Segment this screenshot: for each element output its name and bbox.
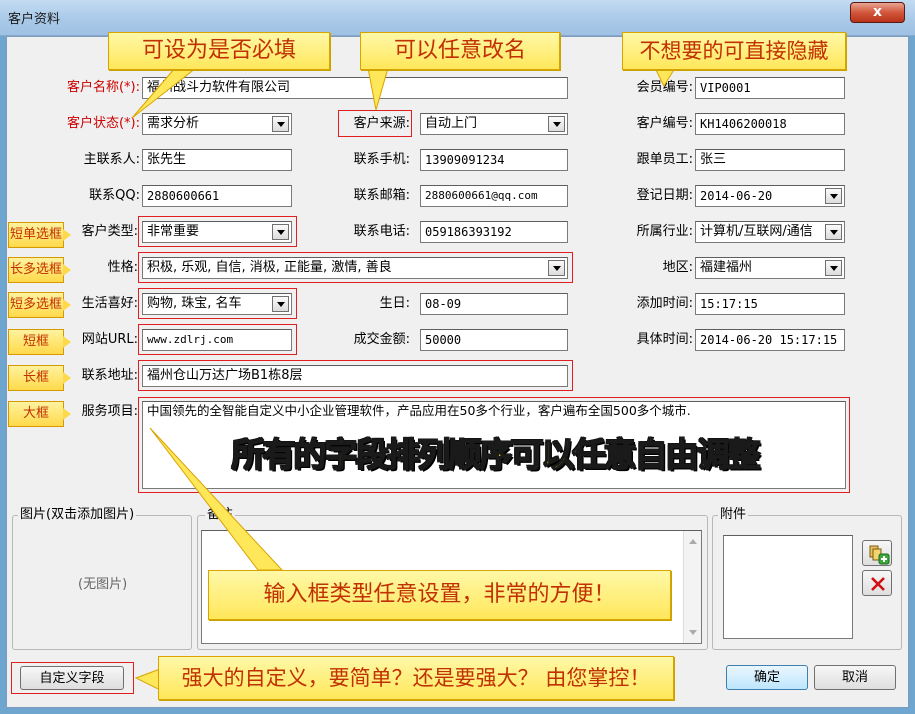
callout-required: 可设为是否必填 bbox=[108, 32, 330, 70]
callout-input-types: 输入框类型任意设置，非常的方便！ bbox=[208, 570, 671, 620]
callout-top3-pointer bbox=[654, 67, 676, 88]
callout-top1-pointer bbox=[131, 67, 198, 119]
callout-bottom-pointer bbox=[134, 668, 161, 691]
callout-rename: 可以任意改名 bbox=[360, 32, 560, 70]
callout-top2-pointer bbox=[367, 67, 389, 111]
callout-middle-pointer bbox=[149, 427, 284, 571]
callout-custom-power: 强大的自定义，要简单？还是要强大？ 由您掌控！ bbox=[158, 656, 674, 700]
callout-hide: 不想要的可直接隐藏 bbox=[622, 32, 846, 70]
